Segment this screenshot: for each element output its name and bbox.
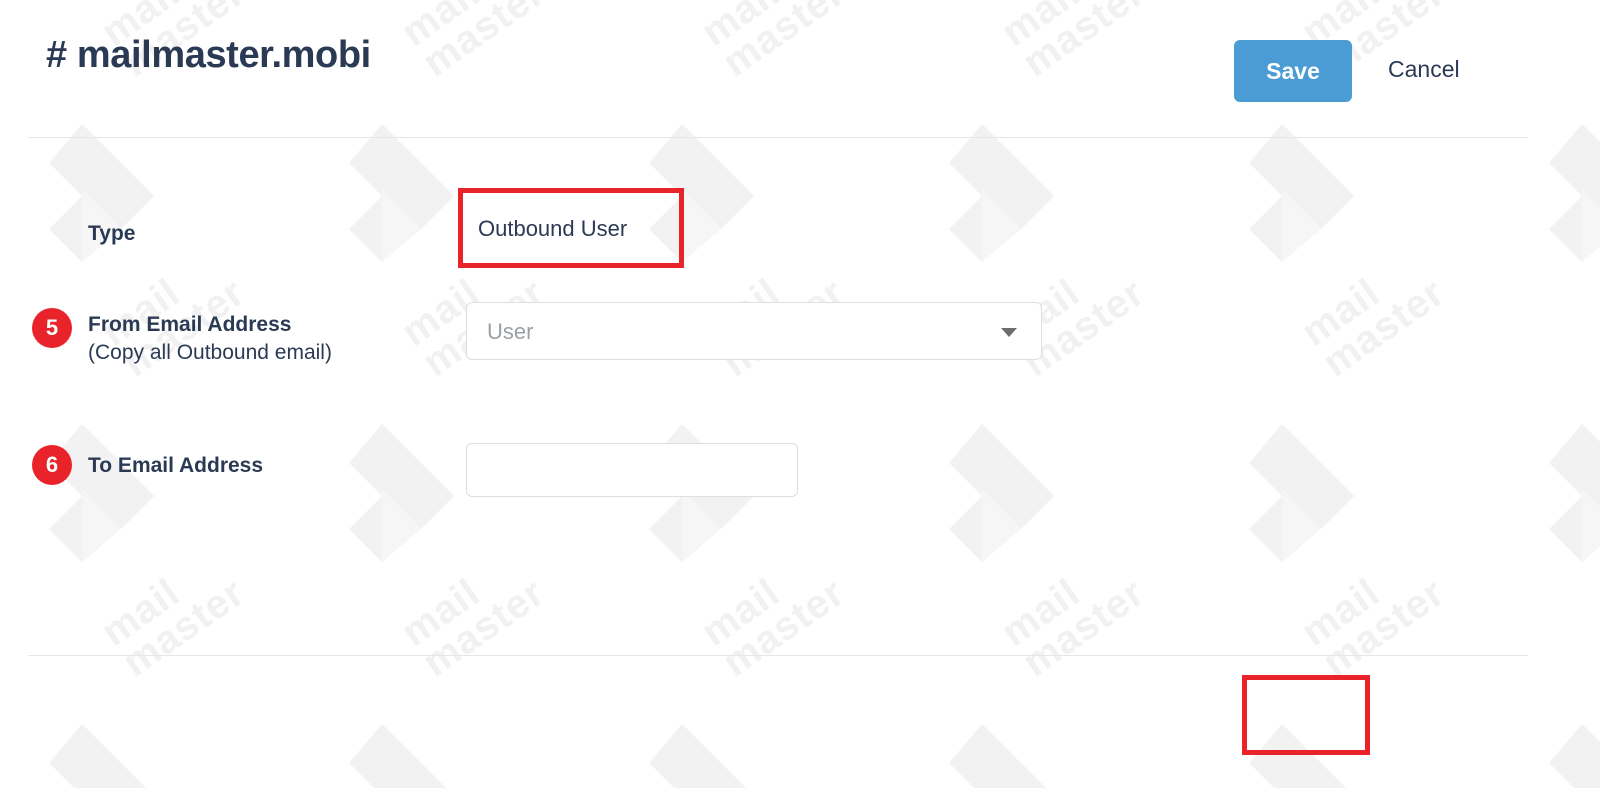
to-email-label: To Email Address [88, 454, 264, 477]
type-label: Type [88, 222, 136, 245]
from-email-sublabel: (Copy all Outbound email) [88, 341, 332, 365]
step-badge-5: 5 [32, 308, 72, 348]
type-value: Outbound User [478, 216, 628, 241]
from-email-label: From Email Address (Copy all Outbound ema… [88, 311, 332, 368]
chevron-down-icon[interactable] [1001, 328, 1017, 337]
from-email-select[interactable]: User [466, 302, 1042, 360]
to-email-input[interactable] [466, 443, 798, 497]
cancel-button-header[interactable]: Cancel [1388, 56, 1460, 83]
page-title: # mailmaster.mobi [46, 34, 371, 76]
step-badge-6: 6 [32, 445, 72, 485]
page-root: mail master mail master mail master mail ma… [0, 0, 1600, 788]
from-email-label-main: From Email Address [88, 313, 292, 336]
page-content: # mailmaster.mobi Save Cancel Type Outbo… [0, 0, 1600, 788]
from-email-select-value: User [487, 319, 534, 344]
divider-top [28, 137, 1528, 138]
page-footer: 7 Save Cancel [0, 655, 1600, 788]
page-header: # mailmaster.mobi Save Cancel [0, 0, 1600, 137]
save-button-header[interactable]: Save [1234, 40, 1352, 102]
